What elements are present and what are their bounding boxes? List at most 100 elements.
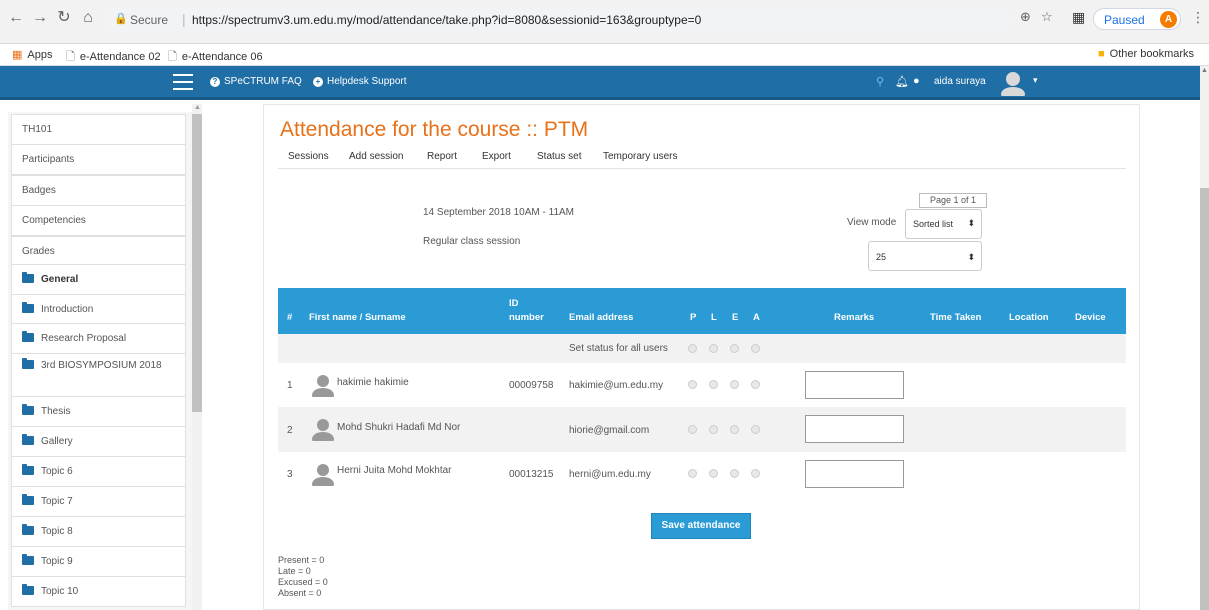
tab-temporary-users[interactable]: Temporary users <box>603 151 677 162</box>
col-name[interactable]: First name / Surname <box>309 312 406 323</box>
sidebar-item-introduction[interactable]: Introduction <box>11 294 186 325</box>
tab-status-set[interactable]: Status set <box>537 151 581 162</box>
tab-report[interactable]: Report <box>427 151 457 162</box>
set-all-present-radio[interactable] <box>688 344 697 353</box>
remarks-input[interactable] <box>805 415 904 443</box>
forward-icon[interactable]: → <box>30 8 50 28</box>
zoom-icon[interactable]: ⊕ <box>1020 9 1031 25</box>
bookmark-other[interactable]: ■ Other bookmarks <box>1098 48 1194 60</box>
bookmark-item[interactable]: 🗋 e-Attendance 06 <box>168 48 263 67</box>
absent-radio[interactable] <box>751 380 760 389</box>
browser-toolbar: ← → ↻ ⌂ 🔒 Secure | https://spectrumv3.um… <box>0 0 1209 44</box>
present-radio[interactable] <box>688 469 697 478</box>
sidebar-item-topic-8[interactable]: Topic 8 <box>11 516 186 547</box>
bell-icon[interactable]: 🔔︎ <box>895 75 909 88</box>
helpdesk-link[interactable]: + Helpdesk Support <box>313 76 407 87</box>
sidebar-item-topic-10[interactable]: Topic 10 <box>11 576 186 607</box>
folder-icon <box>22 404 34 415</box>
late-radio[interactable] <box>709 425 718 434</box>
sidebar-item-general[interactable]: General <box>11 264 186 295</box>
remarks-input[interactable] <box>805 371 904 399</box>
chevron-down-icon[interactable]: ▾ <box>1033 75 1038 86</box>
page-title: Attendance for the course :: PTM <box>280 118 589 141</box>
sidebar-item-label: Competencies <box>22 215 86 226</box>
sidebar-item-gallery[interactable]: Gallery <box>11 426 186 457</box>
sidebar-item-competencies[interactable]: Competencies <box>11 205 186 236</box>
view-mode-select[interactable]: Sorted list ⬍ <box>905 209 982 239</box>
bookmark-apps-label: Apps <box>27 49 53 61</box>
excused-radio[interactable] <box>730 469 739 478</box>
row-number: 2 <box>287 425 293 436</box>
col-late: L <box>711 312 717 323</box>
sidebar-item-badges[interactable]: Badges <box>11 175 186 206</box>
student-id: 00009758 <box>509 380 554 391</box>
bookmark-label: e-Attendance 02 <box>79 51 161 63</box>
absent-radio[interactable] <box>751 469 760 478</box>
col-id-line1[interactable]: ID <box>509 298 519 309</box>
late-radio[interactable] <box>709 469 718 478</box>
sidebar-item-grades[interactable]: Grades <box>11 236 186 267</box>
per-page-select[interactable]: 25 ⬍ <box>868 241 982 271</box>
search-icon[interactable]: ⚲ <box>876 75 884 88</box>
profile-button[interactable]: Paused A <box>1093 8 1181 30</box>
address-bar[interactable]: 🔒 Secure | https://spectrumv3.um.edu.my/… <box>104 7 1012 33</box>
attendance-table-header: # First name / Surname ID number Email a… <box>278 288 1126 334</box>
col-id-line2[interactable]: number <box>509 312 544 323</box>
sidebar-item-topic-9[interactable]: Topic 9 <box>11 546 186 577</box>
sidebar-item-biosymposium[interactable]: 3rd BIOSYMPOSIUM 2018 <box>11 353 186 397</box>
late-radio[interactable] <box>709 380 718 389</box>
home-icon[interactable]: ⌂ <box>78 8 98 28</box>
back-icon[interactable]: ← <box>6 8 26 28</box>
user-avatar[interactable] <box>999 70 1027 96</box>
star-icon[interactable]: ☆ <box>1041 9 1053 25</box>
bookmark-apps[interactable]: ▦ Apps <box>12 48 52 61</box>
col-absent: A <box>753 312 760 323</box>
absent-radio[interactable] <box>751 425 760 434</box>
student-name[interactable]: Herni Juita Mohd Mokhtar <box>337 465 452 476</box>
present-radio[interactable] <box>688 425 697 434</box>
tab-add-session[interactable]: Add session <box>349 151 403 162</box>
folder-icon <box>22 434 34 445</box>
save-attendance-button[interactable]: Save attendance <box>651 513 751 539</box>
tab-export[interactable]: Export <box>482 151 511 162</box>
bookmarks-bar: ▦ Apps 🗋 e-Attendance 02 🗋 e-Attendance 06 … <box>0 44 1209 66</box>
sidebar-item-research-proposal[interactable]: Research Proposal <box>11 323 186 354</box>
bookmark-label: e-Attendance 06 <box>181 51 263 63</box>
col-email[interactable]: Email address <box>569 312 633 323</box>
student-name[interactable]: Mohd Shukri Hadafi Md Nor <box>337 422 460 433</box>
set-all-absent-radio[interactable] <box>751 344 760 353</box>
user-name[interactable]: aida suraya <box>934 76 986 87</box>
col-number: # <box>287 312 293 323</box>
remarks-input[interactable] <box>805 460 904 488</box>
select-arrows-icon: ⬍ <box>967 252 975 262</box>
col-location: Location <box>1009 312 1049 323</box>
chrome-menu-icon[interactable]: ⋮ <box>1191 9 1205 26</box>
lifebuoy-icon: + <box>313 77 323 87</box>
sidebar-item-thesis[interactable]: Thesis <box>11 396 186 427</box>
url-text[interactable]: https://spectrumv3.um.edu.my/mod/attenda… <box>192 13 701 27</box>
page-icon: 🗋 <box>66 51 75 63</box>
excused-radio[interactable] <box>730 380 739 389</box>
excused-radio[interactable] <box>730 425 739 434</box>
scroll-up-icon[interactable]: ▲ <box>194 104 201 111</box>
set-all-excused-radio[interactable] <box>730 344 739 353</box>
sidebar-scroll-thumb[interactable] <box>192 114 202 412</box>
extensions-icon[interactable]: ▦ <box>1072 9 1085 26</box>
bookmark-item[interactable]: 🗋 e-Attendance 02 <box>66 48 161 67</box>
reload-icon[interactable]: ↻ <box>54 8 74 28</box>
page-scroll-thumb[interactable] <box>1200 188 1209 610</box>
set-status-row: Set status for all users <box>278 334 1126 363</box>
sidebar-item-topic-7[interactable]: Topic 7 <box>11 486 186 517</box>
sidebar-item-course[interactable]: TH101 <box>11 114 186 145</box>
student-email: herni@um.edu.my <box>569 469 651 480</box>
chat-icon[interactable]: ● <box>913 75 920 87</box>
scroll-up-icon[interactable]: ▲ <box>1201 67 1208 74</box>
sidebar-item-participants[interactable]: Participants <box>11 144 186 175</box>
student-name[interactable]: hakimie hakimie <box>337 377 409 388</box>
tab-sessions[interactable]: Sessions <box>288 151 329 162</box>
faq-link[interactable]: ? SPeCTRUM FAQ <box>210 76 302 87</box>
sidebar-item-topic-6[interactable]: Topic 6 <box>11 456 186 487</box>
set-all-late-radio[interactable] <box>709 344 718 353</box>
menu-toggle-icon[interactable] <box>173 74 193 90</box>
present-radio[interactable] <box>688 380 697 389</box>
